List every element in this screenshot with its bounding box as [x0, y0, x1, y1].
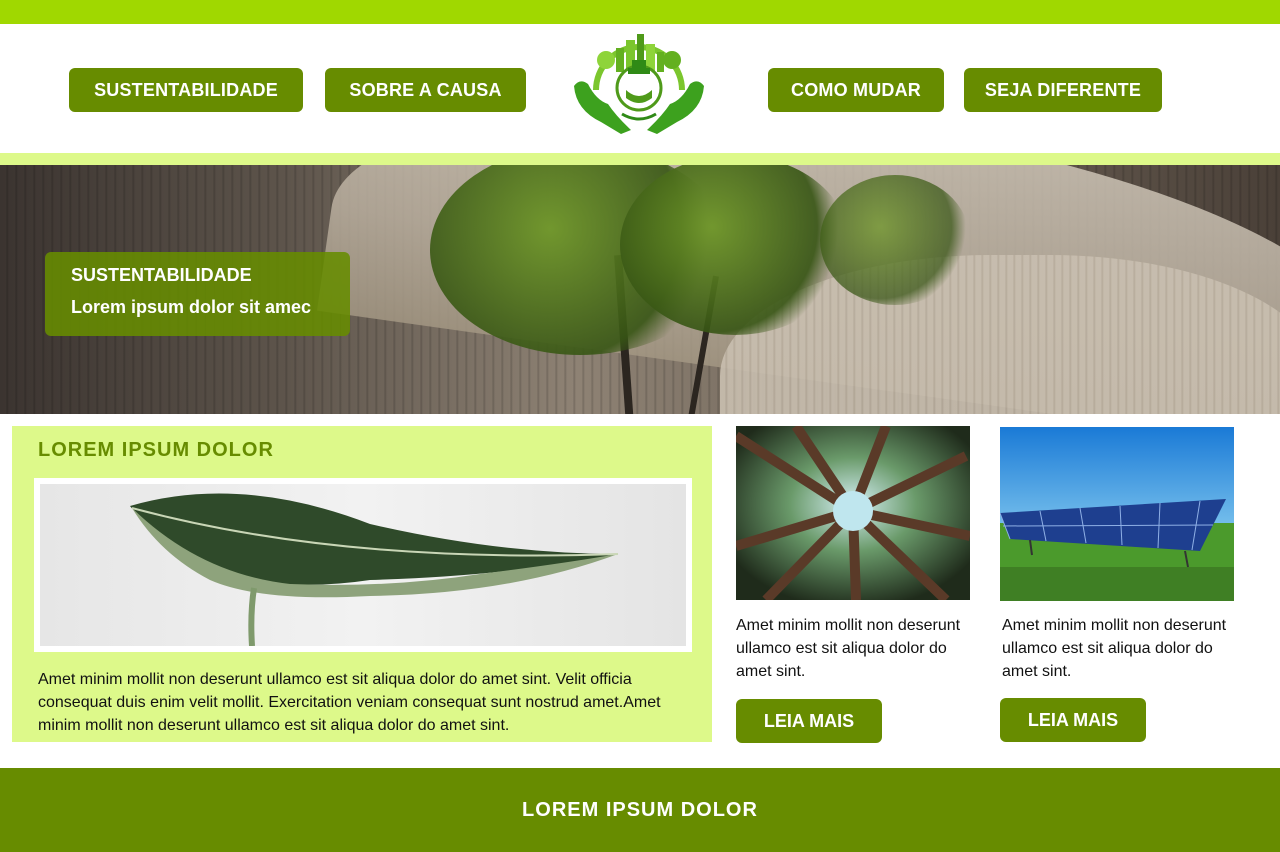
tree-canopy [820, 175, 970, 305]
top-color-bar [0, 0, 1280, 24]
forest-canopy-image [736, 426, 970, 600]
feature-title: LOREM IPSUM DOLOR [38, 439, 274, 461]
nav-sustentabilidade-button[interactable]: SUSTENTABILIDADE [69, 68, 303, 112]
site-footer: LOREM IPSUM DOLOR [0, 768, 1280, 852]
nav-como-mudar-button[interactable]: COMO MUDAR [768, 68, 944, 112]
header-divider-strip [0, 153, 1280, 165]
leia-mais-button[interactable]: LEIA MAIS [1000, 698, 1146, 742]
footer-title: LOREM IPSUM DOLOR [522, 798, 758, 821]
feature-image-frame [34, 478, 692, 652]
hero-subtitle: Lorem ipsum dolor sit amec [71, 297, 312, 317]
feature-panel: LOREM IPSUM DOLOR Amet minim mollit non … [12, 426, 712, 742]
eco-city-hands-logo-icon[interactable] [566, 30, 712, 138]
hero-caption-card: SUSTENTABILIDADE Lorem ipsum dolor sit a… [45, 252, 350, 336]
nav-sobre-a-causa-button[interactable]: SOBRE A CAUSA [325, 68, 526, 112]
hero-title: SUSTENTABILIDADE [71, 265, 252, 285]
card-text: Amet minim mollit non deserunt ullamco e… [1002, 617, 1227, 680]
feature-text: Amet minim mollit non deserunt ullamco e… [38, 671, 661, 734]
leaf-image [40, 484, 686, 646]
nav-seja-diferente-button[interactable]: SEJA DIFERENTE [964, 68, 1162, 112]
solar-panel-image [1000, 427, 1234, 601]
card-text: Amet minim mollit non deserunt ullamco e… [736, 617, 961, 680]
leia-mais-button[interactable]: LEIA MAIS [736, 699, 882, 743]
